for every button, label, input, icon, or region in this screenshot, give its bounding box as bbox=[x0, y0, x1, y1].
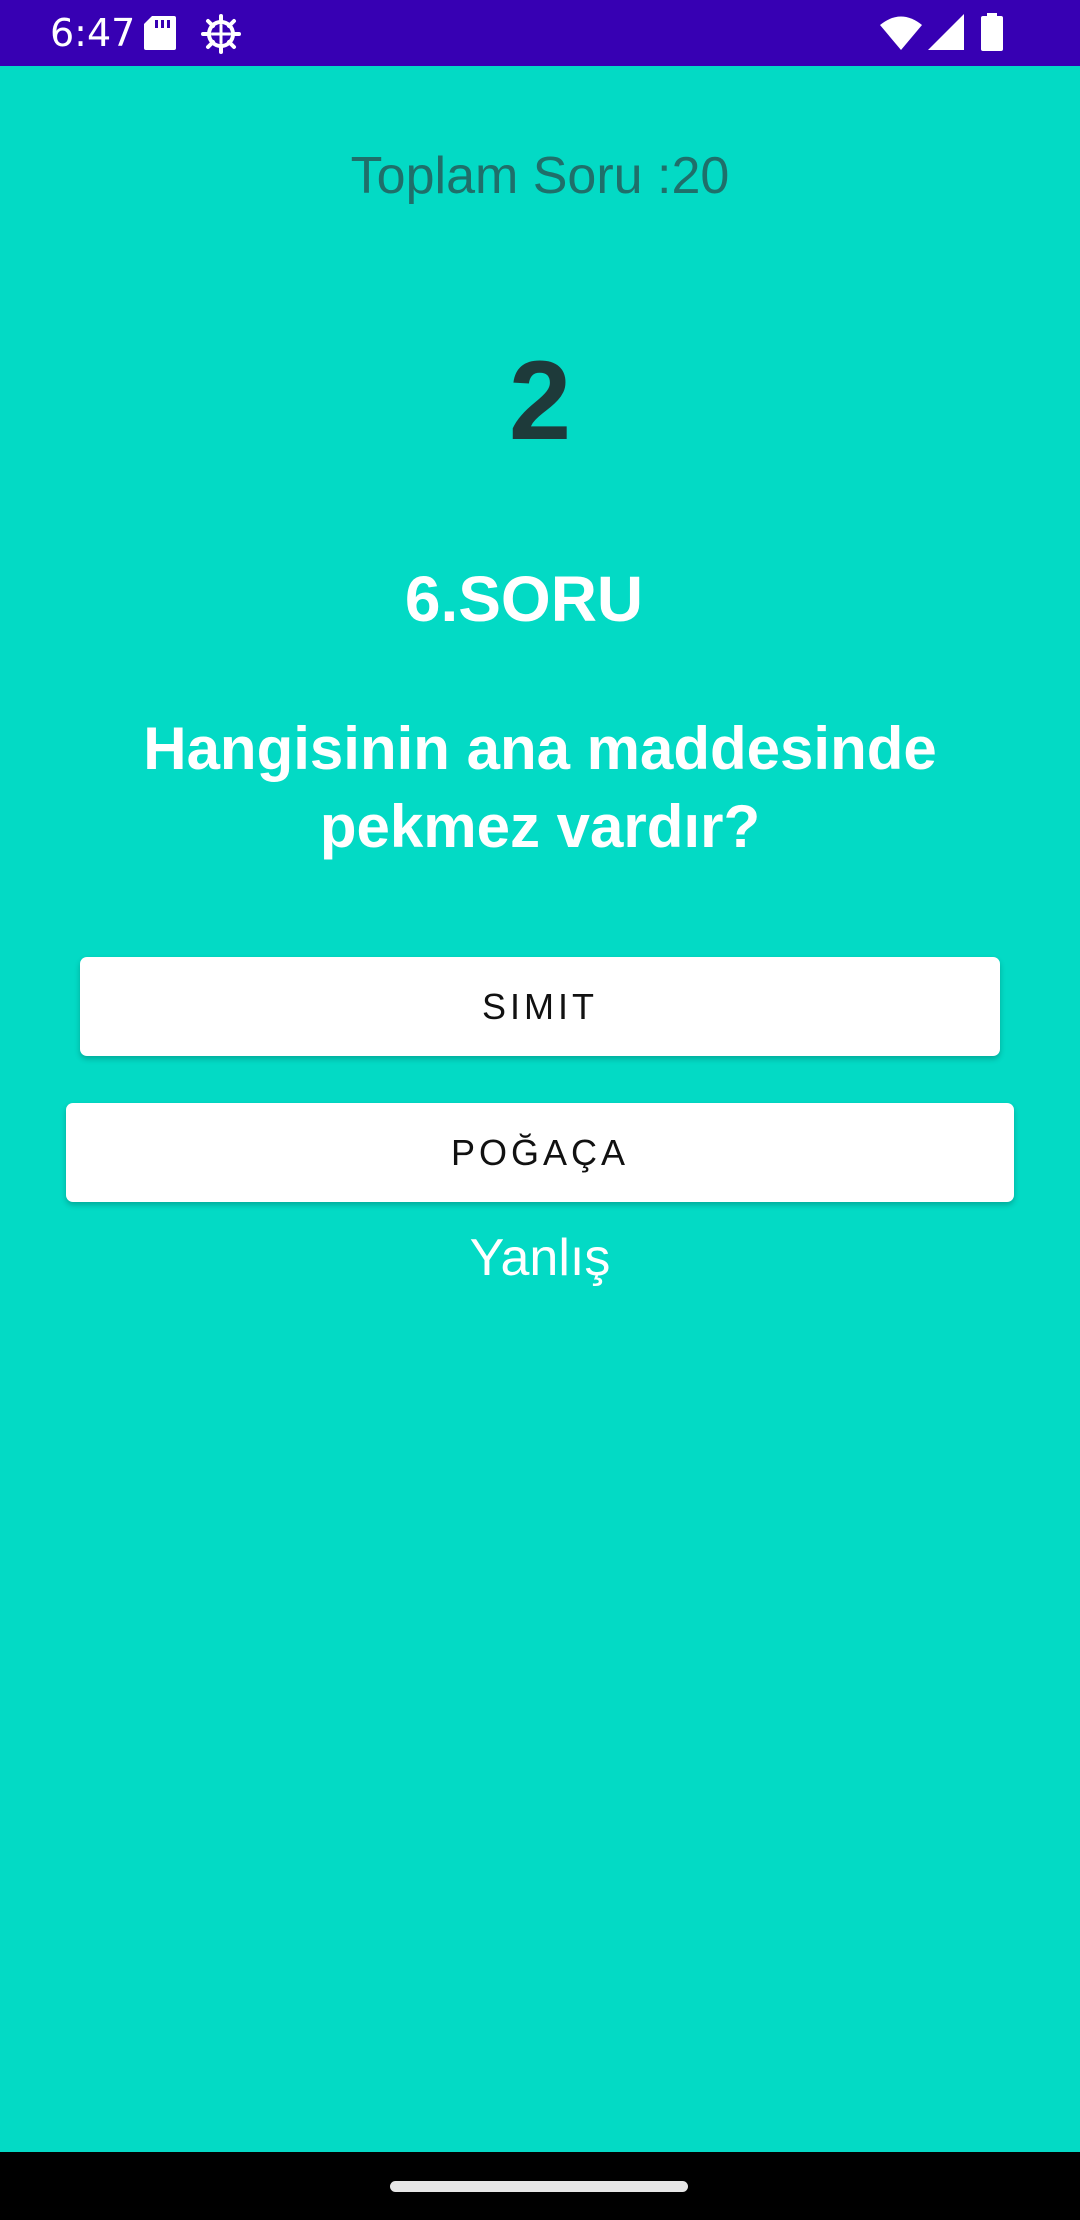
score-value: 2 bbox=[508, 338, 572, 463]
cellular-signal-icon bbox=[928, 14, 964, 50]
sd-card-icon bbox=[144, 16, 176, 50]
answer-button-simit[interactable]: SIMIT bbox=[80, 957, 1000, 1056]
result-text: Yanlış bbox=[469, 1229, 611, 1287]
status-bar: 6:47 bbox=[0, 0, 1080, 66]
answer-button-pogaca[interactable]: POĞAÇA bbox=[66, 1103, 1014, 1202]
wifi-icon bbox=[880, 16, 922, 50]
question-number: 6.SORU bbox=[404, 563, 644, 635]
battery-icon bbox=[981, 13, 1003, 51]
navigation-bar bbox=[0, 2152, 1080, 2220]
home-handle[interactable] bbox=[390, 2181, 688, 2192]
question-text: Hangisinin ana maddesinde pekmez vardır? bbox=[143, 715, 937, 860]
status-time: 6:47 bbox=[50, 11, 136, 55]
quiz-screen: Toplam Soru :20 2 6.SORU Hangisinin ana … bbox=[0, 66, 1080, 2152]
total-questions-label: Toplam Soru :20 bbox=[350, 147, 730, 205]
settings-icon bbox=[201, 14, 241, 54]
